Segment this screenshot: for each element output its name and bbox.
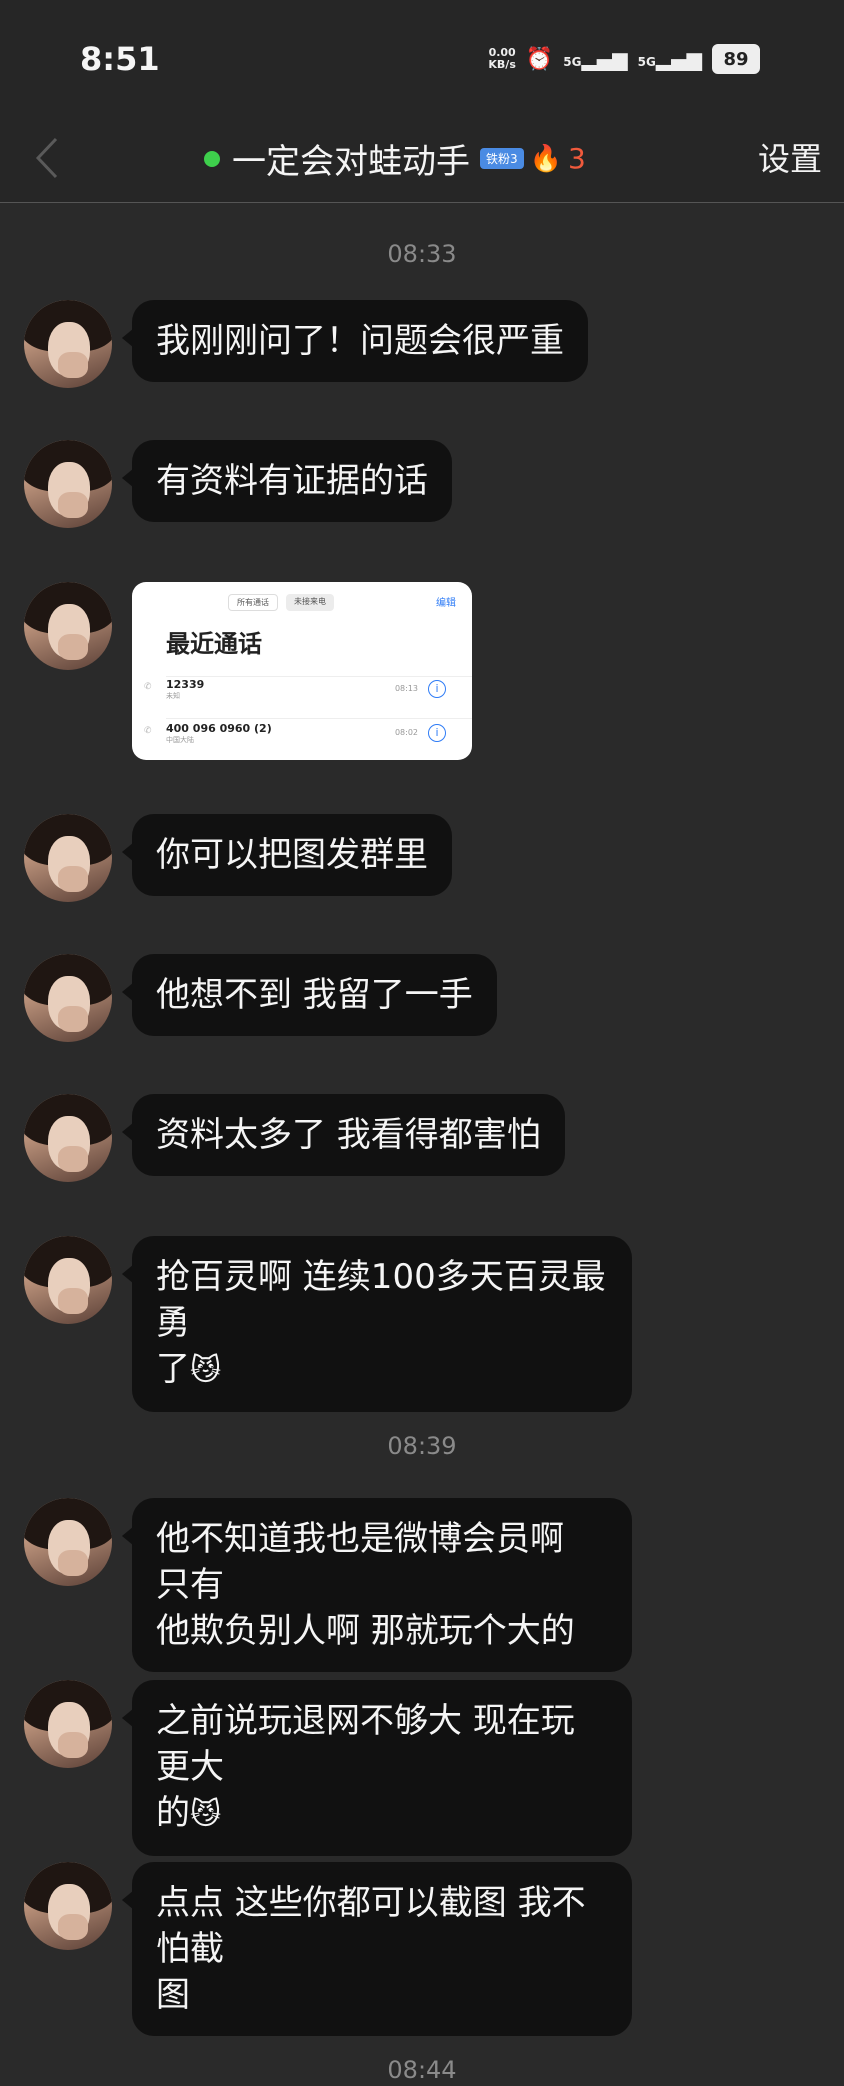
avatar[interactable]: [24, 1680, 112, 1768]
message-bubble[interactable]: 他不知道我也是微博会员啊 只有他欺负别人啊 那就玩个大的: [122, 1498, 632, 1672]
message-line: 他不知道我也是微博会员啊 只有: [156, 1519, 575, 1605]
message-bubble[interactable]: 他想不到 我留了一手: [122, 954, 497, 1036]
avatar[interactable]: [24, 582, 112, 670]
phone-icon: ✆: [144, 726, 152, 736]
message-bubble[interactable]: 抢百灵啊 连续100多天百灵最勇了😼: [122, 1236, 632, 1412]
signal-icon: 5G▂▄▆: [563, 47, 628, 71]
signal-label-1: 5G: [563, 55, 582, 69]
message-line: 图: [156, 1975, 190, 2015]
call-log-row: 400 096 0960 (2) 中国大陆 08:02 i: [166, 722, 446, 760]
cat-face-icon: 😼: [190, 1353, 222, 1388]
status-icons: 0.00 KB/s ⏰ 5G▂▄▆ 5G▂▄▆ 89: [488, 44, 760, 74]
call-log-tabs: 所有通话 未接来电: [228, 594, 334, 611]
message-bubble[interactable]: 资料太多了 我看得都害怕: [122, 1094, 565, 1176]
contact-name: 一定会对蛙动手: [232, 142, 470, 182]
phone-icon: ✆: [144, 682, 152, 692]
avatar[interactable]: [24, 440, 112, 528]
online-status-icon: [204, 150, 220, 167]
call-log-edit: 编辑: [436, 598, 456, 609]
call-log-row: 12339 未知 08:13 i: [166, 678, 446, 718]
streak-count: 3: [568, 142, 586, 175]
battery-icon: 89: [712, 44, 760, 74]
call-log-title: 最近通话: [166, 630, 262, 658]
call-time: 08:02: [394, 728, 418, 737]
signal-label-2: 5G: [637, 55, 656, 69]
fan-badge: 铁粉3: [480, 148, 524, 169]
message-timestamp: 08:33: [387, 240, 457, 268]
call-time: 08:13: [394, 684, 418, 693]
chevron-left-icon: [35, 137, 58, 179]
info-icon: i: [428, 724, 446, 742]
divider: [166, 718, 472, 719]
back-button[interactable]: [22, 128, 72, 188]
tab-missed-calls: 未接来电: [286, 594, 334, 611]
cat-face-icon: 😼: [190, 1797, 222, 1832]
chat-title[interactable]: 一定会对蛙动手 铁粉3 🔥 3: [204, 134, 586, 183]
divider: [166, 676, 472, 677]
avatar[interactable]: [24, 954, 112, 1042]
settings-button[interactable]: 设置: [758, 134, 822, 180]
avatar[interactable]: [24, 1498, 112, 1586]
avatar[interactable]: [24, 1094, 112, 1182]
message-line: 了: [156, 1349, 190, 1389]
message-bubble[interactable]: 你可以把图发群里: [122, 814, 452, 896]
avatar[interactable]: [24, 1236, 112, 1324]
message-bubble[interactable]: 我刚刚问了！问题会很严重: [122, 300, 588, 382]
message-line: 点点 这些你都可以截图 我不怕截: [156, 1883, 586, 1969]
message-line: 之前说玩退网不够大 现在玩更大: [156, 1701, 575, 1787]
tab-all-calls: 所有通话: [228, 594, 278, 611]
image-message[interactable]: 所有通话 未接来电 编辑 最近通话 ✆ 12339 未知 08:13 i ✆ 4…: [132, 582, 472, 760]
info-icon: i: [428, 680, 446, 698]
alarm-icon: ⏰: [525, 46, 554, 72]
message-bubble[interactable]: 有资料有证据的话: [122, 440, 452, 522]
net-speed-unit: KB/s: [488, 58, 516, 71]
chat-header: 一定会对蛙动手 铁粉3 🔥 3 设置: [0, 120, 844, 203]
message-bubble[interactable]: 之前说玩退网不够大 现在玩更大的😼: [122, 1680, 632, 1856]
avatar[interactable]: [24, 814, 112, 902]
message-timestamp: 08:44: [387, 2056, 457, 2084]
net-speed: 0.00 KB/s: [488, 47, 515, 71]
message-line: 抢百灵啊 连续100多天百灵最勇: [156, 1257, 606, 1343]
message-bubble[interactable]: 点点 这些你都可以截图 我不怕截图: [122, 1862, 632, 2036]
status-bar: 8:51 0.00 KB/s ⏰ 5G▂▄▆ 5G▂▄▆ 89: [0, 0, 844, 120]
avatar[interactable]: [24, 300, 112, 388]
message-line: 的: [156, 1793, 190, 1833]
message-line: 他欺负别人啊 那就玩个大的: [156, 1611, 575, 1651]
status-time: 8:51: [80, 40, 160, 78]
fire-icon: 🔥: [529, 143, 563, 174]
avatar[interactable]: [24, 1862, 112, 1950]
signal-icon-2: 5G▂▄▆: [637, 47, 702, 71]
message-timestamp: 08:39: [387, 1432, 457, 1460]
